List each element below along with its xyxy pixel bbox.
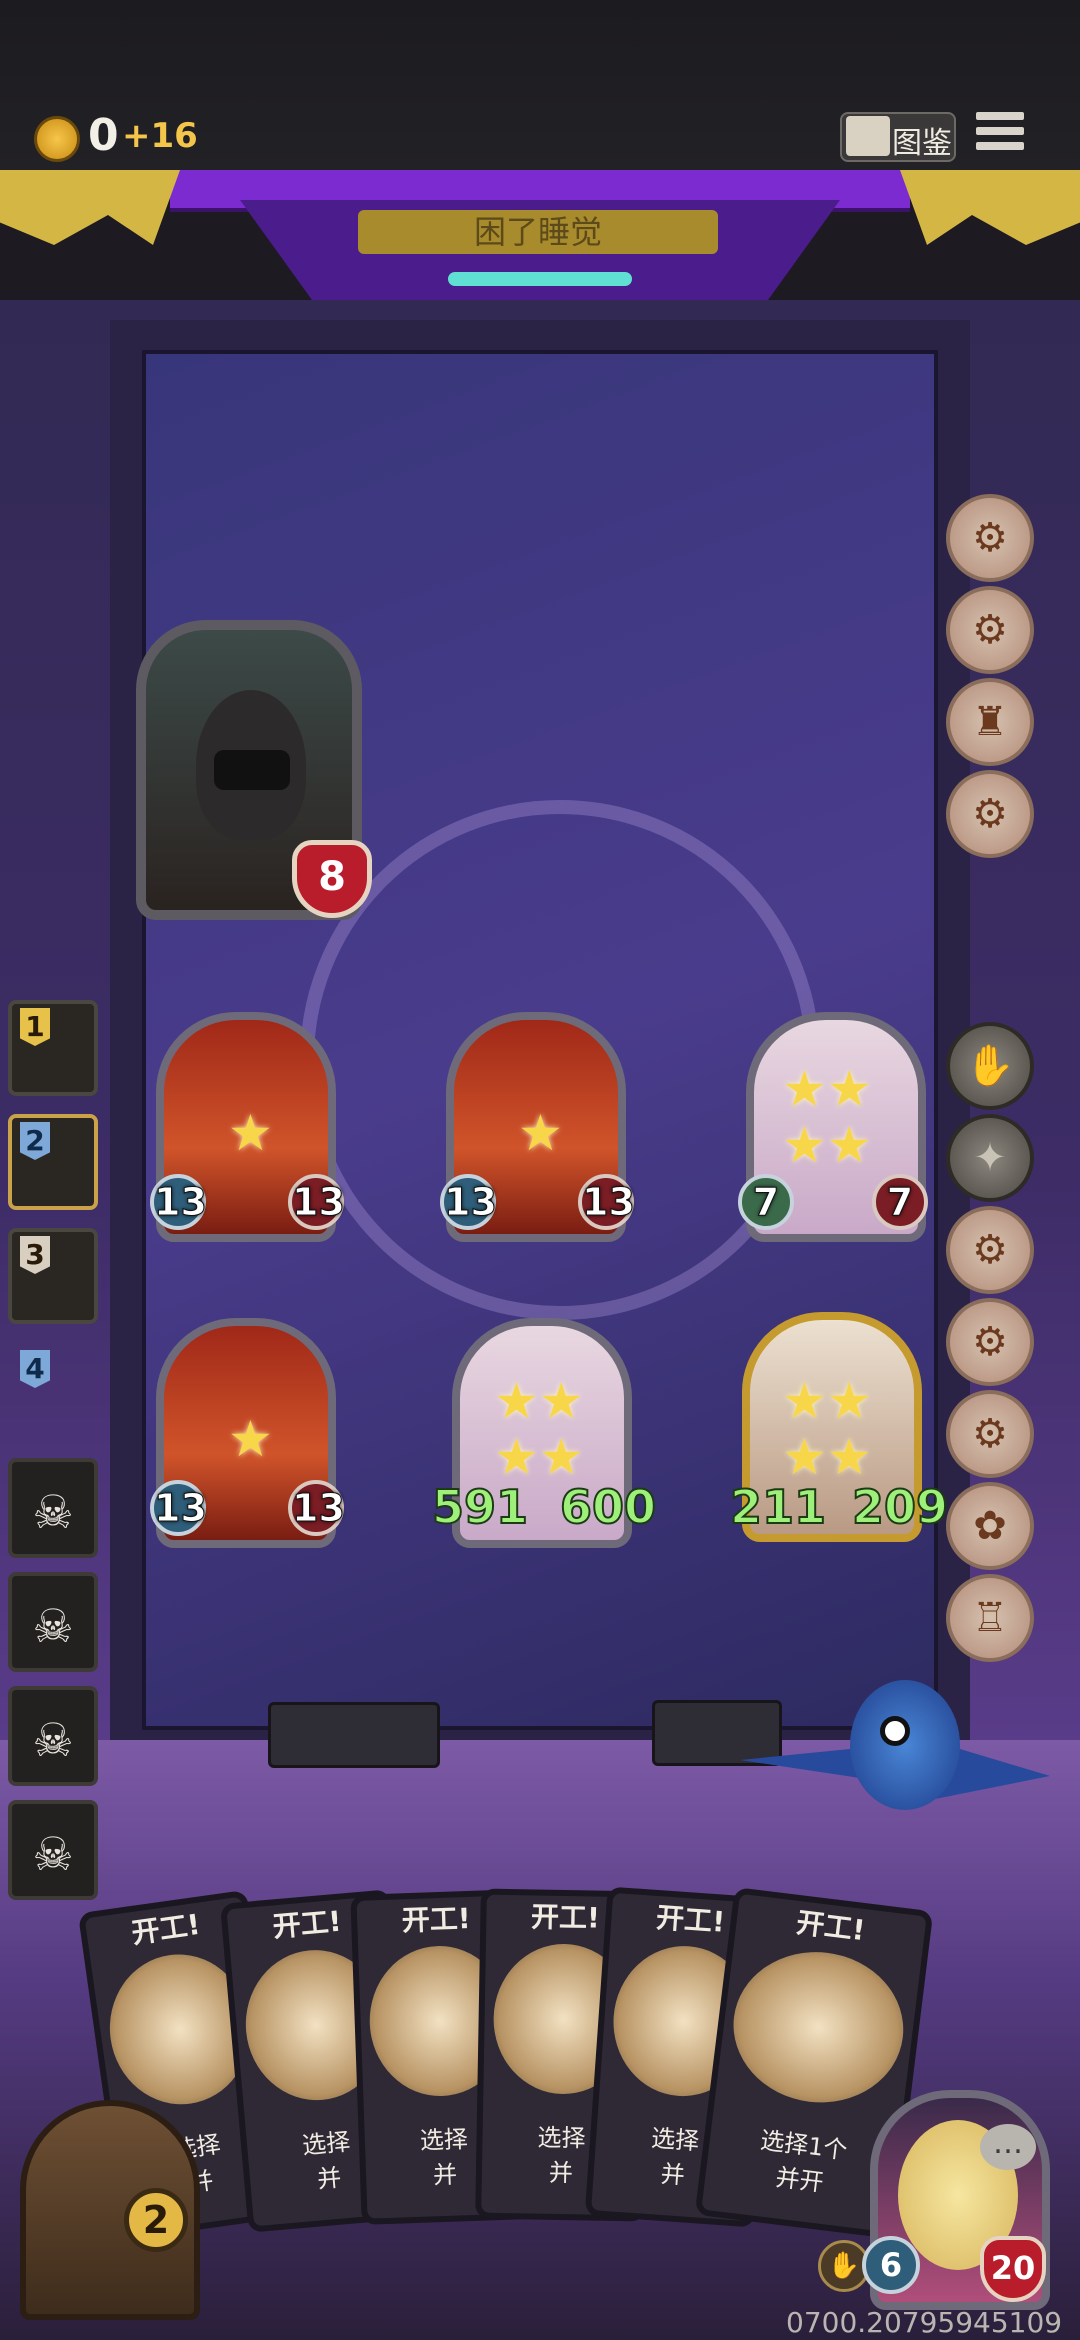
star-icon: ★★ [782, 1428, 872, 1486]
star-icon: ★ [518, 1104, 563, 1162]
stage-progress-bar [448, 272, 632, 286]
eliminated-player-3[interactable]: ☠ [8, 1686, 98, 1786]
version-text: 0700.20795945109 [786, 2306, 1063, 2339]
menu-line-icon [976, 142, 1024, 150]
keyboard-prop-right [652, 1700, 782, 1766]
relic-icon-9[interactable]: ⚙ [946, 1390, 1034, 1478]
relic-icon-6[interactable]: ✦ [946, 1114, 1034, 1202]
relic-icon-7[interactable]: ⚙ [946, 1206, 1034, 1294]
book-icon [846, 116, 890, 156]
rank-number: 3 [20, 1236, 50, 1274]
keyboard-prop-left [268, 1702, 440, 1768]
codex-label: 图鉴 [892, 126, 952, 161]
unit-attack: 211 [729, 1479, 827, 1535]
eliminated-player-2[interactable]: ☠ [8, 1572, 98, 1672]
hero-health: 20 [980, 2236, 1046, 2302]
bird-eye [880, 1716, 910, 1746]
gold-amount: 0 [88, 110, 119, 161]
star-icon: ★★ [782, 1060, 872, 1118]
rank-number: 1 [20, 1008, 50, 1046]
menu-button[interactable] [976, 112, 1024, 158]
ribbon-right [900, 170, 1080, 245]
menu-line-icon [976, 127, 1024, 135]
gold-income: +16 [122, 116, 198, 156]
eliminated-player-1[interactable]: ☠ [8, 1458, 98, 1558]
card-art [724, 1942, 912, 2113]
unit-attack: 13 [150, 1174, 207, 1230]
relic-icon-1[interactable]: ⚙ [946, 494, 1034, 582]
unit-health: 13 [288, 1174, 345, 1230]
relic-icon-5[interactable]: ✋ [946, 1022, 1034, 1110]
eliminated-player-4[interactable]: ☠ [8, 1800, 98, 1900]
star-icon: ★ [228, 1104, 273, 1162]
unit-health: 209 [851, 1479, 949, 1535]
gold-coin-icon [34, 116, 80, 162]
unit-attack: 7 [738, 1174, 794, 1230]
star-icon: ★★ [494, 1372, 584, 1430]
relic-icon-10[interactable]: ✿ [946, 1482, 1034, 1570]
chat-icon[interactable]: … [980, 2124, 1036, 2170]
relic-icon-3[interactable]: ♜ [946, 678, 1034, 766]
unit-attack: 591 [431, 1479, 529, 1535]
relic-icon-11[interactable]: ♖ [946, 1574, 1034, 1662]
unit-health: 13 [288, 1480, 345, 1536]
enemy-health: 8 [292, 840, 372, 918]
companion-bird[interactable] [850, 1680, 960, 1810]
ribbon-left [0, 170, 180, 245]
unit-health: 13 [578, 1174, 635, 1230]
relic-icon-8[interactable]: ⚙ [946, 1298, 1034, 1386]
relic-icon-4[interactable]: ⚙ [946, 770, 1034, 858]
star-icon: ★★ [782, 1116, 872, 1174]
relic-icon-2[interactable]: ⚙ [946, 586, 1034, 674]
star-icon: ★★ [494, 1428, 584, 1486]
unit-attack: 13 [440, 1174, 497, 1230]
rank-number: 2 [20, 1122, 50, 1160]
menu-line-icon [976, 112, 1024, 120]
star-icon: ★ [228, 1410, 273, 1468]
rank-number: 4 [20, 1350, 50, 1388]
unit-health: 7 [872, 1174, 928, 1230]
enemy-mask [214, 750, 290, 790]
unit-health: 600 [559, 1479, 657, 1535]
star-icon: ★★ [782, 1372, 872, 1430]
deck-count: 2 [124, 2188, 188, 2252]
hero-attack: 6 [862, 2236, 920, 2294]
unit-attack: 13 [150, 1480, 207, 1536]
stage-sign-text: 困了睡觉 [473, 213, 602, 251]
